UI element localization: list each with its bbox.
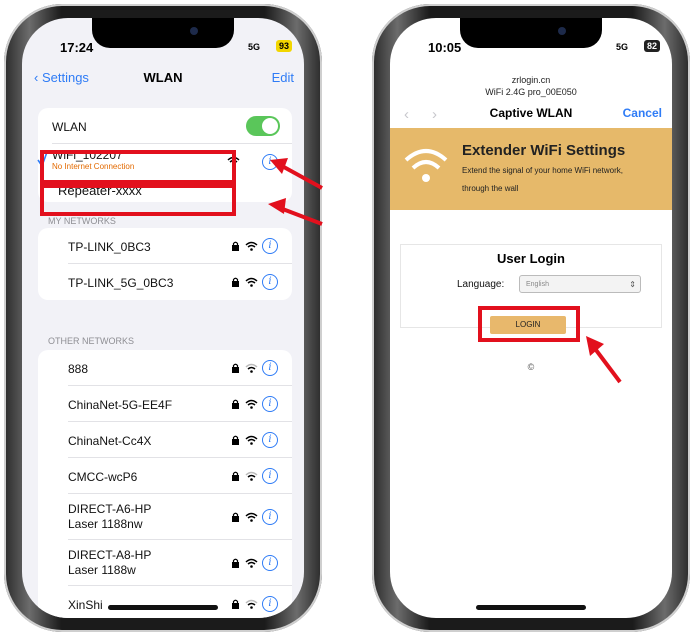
nav-bar: ‹ Settings WLAN Edit <box>22 70 304 94</box>
wifi-icon <box>245 558 258 568</box>
network-ssid: TP-LINK_0BC3 <box>68 240 151 254</box>
language-select[interactable]: English ⇕ <box>519 275 641 293</box>
captive-nav-bar: ‹ › Captive WLAN Cancel <box>390 106 672 128</box>
edit-button[interactable]: Edit <box>272 70 294 85</box>
wifi-icon <box>245 399 258 409</box>
language-value: English <box>526 281 549 288</box>
info-icon[interactable]: i <box>262 360 278 376</box>
battery-badge: 82 <box>643 40 660 52</box>
wlan-toggle[interactable] <box>246 116 280 136</box>
captive-portal-screen: 10:05 5G 82 zrlogin.cn WiFi 2.4G pro_00E… <box>390 18 672 618</box>
lock-icon <box>232 599 239 609</box>
network-row[interactable]: DIRECT-A8-HP Laser 1188w i <box>38 540 292 586</box>
lock-icon <box>232 512 239 522</box>
network-row[interactable]: TP-LINK_5G_0BC3 i <box>38 264 292 300</box>
lock-icon <box>232 471 239 481</box>
home-indicator <box>476 605 586 610</box>
wifi-logo-icon <box>404 149 448 182</box>
network-ssid: 888 <box>68 362 89 376</box>
info-icon[interactable]: i <box>262 468 278 484</box>
login-title: User Login <box>497 251 565 266</box>
my-networks-group: TP-LINK_0BC3 i TP-LINK_5G_0BC3 i <box>38 228 292 300</box>
lock-icon <box>232 277 239 287</box>
network-ssid: ChinaNet-Cc4X <box>68 434 152 448</box>
network-ssid: CMCC-wcP6 <box>68 470 138 484</box>
wifi-icon <box>245 599 258 609</box>
wifi-icon <box>245 241 258 251</box>
wlan-toggle-row: WLAN <box>38 108 292 144</box>
notch <box>460 18 602 48</box>
info-icon[interactable]: i <box>262 509 278 525</box>
wifi-icon <box>245 512 258 522</box>
network-row[interactable]: 888 i <box>38 350 292 386</box>
highlight-login-button <box>478 306 580 342</box>
network-ssid: ChinaNet-5G-EE4F <box>68 398 173 412</box>
extender-banner: Extender WiFi Settings Extend the signal… <box>390 128 672 210</box>
select-arrows-icon: ⇕ <box>629 280 636 289</box>
banner-line1: Extend the signal of your home WiFi netw… <box>462 166 623 175</box>
left-phone: 17:24 5G 93 ‹ Settings WLAN Edit WLAN Wi… <box>4 4 323 632</box>
page-title: WLAN <box>143 70 183 85</box>
status-time: 10:05 <box>428 40 462 55</box>
home-indicator <box>108 605 218 610</box>
wifi-icon <box>245 363 258 373</box>
wifi-icon <box>245 435 258 445</box>
red-arrow-icon <box>586 336 622 384</box>
info-icon[interactable]: i <box>262 596 278 612</box>
language-label: Language: <box>457 279 505 290</box>
lock-icon <box>232 399 239 409</box>
other-networks-header: OTHER NETWORKS <box>48 336 135 346</box>
lock-icon <box>232 363 239 373</box>
url-bar: zrlogin.cn WiFi 2.4G pro_00E050 <box>390 74 672 98</box>
network-row[interactable]: CMCC-wcP6 i <box>38 458 292 494</box>
network-type: 5G <box>247 42 260 52</box>
network-ssid-line2: Laser 1188w <box>68 563 136 577</box>
banner-title: Extender WiFi Settings <box>462 142 626 159</box>
battery-badge: 93 <box>275 40 292 52</box>
network-row[interactable]: ChinaNet-Cc4X i <box>38 422 292 458</box>
wlan-toggle-label: WLAN <box>52 120 87 134</box>
network-row[interactable]: ChinaNet-5G-EE4F i <box>38 386 292 422</box>
info-icon[interactable]: i <box>262 396 278 412</box>
network-ssid: TP-LINK_5G_0BC3 <box>68 276 174 290</box>
info-icon[interactable]: i <box>262 432 278 448</box>
lock-icon <box>232 241 239 251</box>
url-subtitle: WiFi 2.4G pro_00E050 <box>485 87 577 97</box>
info-icon[interactable]: i <box>262 555 278 571</box>
lock-icon <box>232 435 239 445</box>
wifi-icon <box>245 277 258 287</box>
network-ssid: DIRECT-A6-HP <box>68 502 152 516</box>
url-text: zrlogin.cn <box>511 75 551 85</box>
notch <box>92 18 234 48</box>
status-time: 17:24 <box>60 40 94 55</box>
other-networks-group: 888 i ChinaNet-5G-EE4F i ChinaNet-Cc4X i <box>38 350 292 618</box>
info-icon[interactable]: i <box>262 274 278 290</box>
cancel-button[interactable]: Cancel <box>623 106 662 120</box>
network-type: 5G <box>615 42 628 52</box>
right-phone: 10:05 5G 82 zrlogin.cn WiFi 2.4G pro_00E… <box>372 4 690 632</box>
network-ssid-line2: Laser 1188nw <box>68 517 143 531</box>
network-row[interactable]: DIRECT-A6-HP Laser 1188nw i <box>38 494 292 540</box>
network-ssid: DIRECT-A8-HP <box>68 548 152 562</box>
my-networks-header: MY NETWORKS <box>48 216 116 226</box>
network-row[interactable]: XinShi i <box>38 586 292 618</box>
wifi-icon <box>245 471 258 481</box>
info-icon[interactable]: i <box>262 238 278 254</box>
network-ssid: XinShi <box>68 598 103 612</box>
red-arrow-icon <box>268 158 323 226</box>
banner-line2: through the wall <box>462 184 519 193</box>
lock-icon <box>232 558 239 568</box>
wlan-settings-screen: 17:24 5G 93 ‹ Settings WLAN Edit WLAN Wi… <box>22 18 304 618</box>
